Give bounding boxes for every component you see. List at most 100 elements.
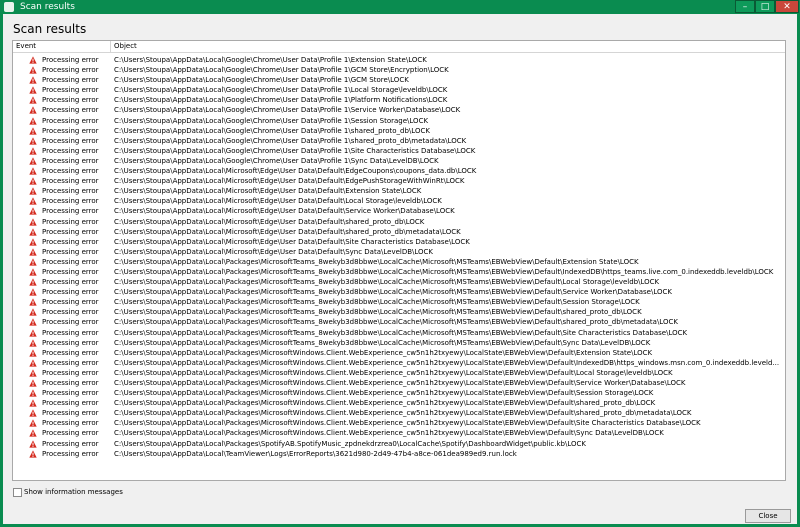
error-warning-icon (29, 339, 37, 347)
list-item[interactable]: Processing error C:\Users\Stoupa\AppData\… (13, 267, 785, 277)
list-item[interactable]: Processing error C:\Users\Stoupa\AppData\… (13, 297, 785, 307)
event-cell: Processing error (42, 379, 99, 387)
object-cell: C:\Users\Stoupa\AppData\Local\Packages\M… (114, 338, 651, 347)
list-item[interactable]: Processing error C:\Users\Stoupa\AppData\… (13, 368, 785, 378)
object-cell: C:\Users\Stoupa\AppData\Local\Packages\M… (114, 429, 664, 438)
error-warning-icon (29, 238, 37, 246)
event-cell: Processing error (42, 156, 99, 165)
list-item[interactable]: Processing error C:\Users\Stoupa\AppData\… (13, 247, 785, 257)
list-item[interactable]: Processing error C:\Users\Stoupa\AppData\… (13, 428, 785, 438)
error-warning-icon (29, 76, 37, 84)
window-close-button[interactable]: ✕ (775, 0, 799, 13)
error-warning-icon (29, 157, 37, 165)
list-item[interactable]: Processing error C:\Users\Stoupa\AppData\… (13, 358, 785, 368)
object-cell: C:\Users\Stoupa\AppData\Local\Packages\M… (114, 278, 660, 287)
event-cell: Processing error (42, 86, 99, 95)
event-cell: Processing error (42, 106, 99, 115)
column-header-event[interactable]: Event (16, 41, 36, 52)
list-item[interactable]: Processing error C:\Users\Stoupa\AppData\… (13, 418, 785, 428)
error-warning-icon (29, 298, 37, 306)
object-cell: C:\Users\Stoupa\AppData\Local\Google\Chr… (114, 156, 439, 165)
event-cell: Processing error (42, 217, 99, 226)
object-cell: C:\Users\Stoupa\AppData\Local\Microsoft\… (114, 217, 425, 226)
event-cell: Processing error (42, 197, 99, 206)
error-warning-icon (29, 429, 37, 438)
event-cell: Processing error (42, 207, 99, 216)
list-item[interactable]: Processing error C:\Users\Stoupa\AppData\… (13, 146, 785, 156)
list-item[interactable]: Processing error C:\Users\Stoupa\AppData\… (13, 338, 785, 348)
show-info-checkbox[interactable] (13, 488, 22, 497)
column-divider[interactable] (110, 41, 111, 52)
error-warning-icon (29, 288, 37, 296)
object-cell: C:\Users\Stoupa\AppData\Local\Microsoft\… (114, 177, 465, 186)
object-cell: C:\Users\Stoupa\AppData\Local\Packages\M… (114, 318, 678, 327)
error-warning-icon (29, 328, 37, 337)
event-cell: Processing error (42, 348, 99, 357)
error-warning-icon (29, 227, 37, 236)
error-warning-icon (29, 177, 37, 185)
error-warning-icon (29, 66, 37, 74)
maximize-button[interactable]: □ (755, 0, 775, 13)
list-item[interactable]: Processing error C:\Users\Stoupa\AppData\… (13, 257, 785, 267)
list-item[interactable]: Processing error C:\Users\Stoupa\AppData\… (13, 196, 785, 206)
error-warning-icon (29, 318, 37, 327)
event-cell: Processing error (42, 389, 99, 398)
event-cell: Processing error (42, 267, 99, 276)
close-button[interactable]: Close (745, 509, 791, 523)
title-bar[interactable]: Scan results – □ ✕ (0, 0, 800, 14)
results-list[interactable]: Event Object Processing error C:\Users\St… (12, 40, 786, 481)
list-item[interactable]: Processing error C:\Users\Stoupa\AppData\… (13, 75, 785, 85)
object-cell: C:\Users\Stoupa\AppData\Local\Google\Chr… (114, 146, 476, 155)
list-item[interactable]: Processing error C:\Users\Stoupa\AppData\… (13, 206, 785, 216)
list-item[interactable]: Processing error C:\Users\Stoupa\AppData\… (13, 277, 785, 287)
list-item[interactable]: Processing error C:\Users\Stoupa\AppData\… (13, 186, 785, 196)
list-item[interactable]: Processing error C:\Users\Stoupa\AppData\… (13, 388, 785, 398)
event-cell: Processing error (42, 56, 99, 64)
list-item[interactable]: Processing error C:\Users\Stoupa\AppData\… (13, 378, 785, 388)
object-cell: C:\Users\Stoupa\AppData\Local\Packages\M… (114, 308, 642, 317)
list-item[interactable]: Processing error C:\Users\Stoupa\AppData\… (13, 398, 785, 408)
list-item[interactable]: Processing error C:\Users\Stoupa\AppData\… (13, 408, 785, 418)
event-cell: Processing error (42, 66, 99, 75)
show-info-label[interactable]: Show information messages (24, 487, 123, 497)
list-item[interactable]: Processing error C:\Users\Stoupa\AppData\… (13, 227, 785, 237)
event-cell: Processing error (42, 439, 99, 448)
list-item[interactable]: Processing error C:\Users\Stoupa\AppData\… (13, 217, 785, 227)
list-item[interactable]: Processing error C:\Users\Stoupa\AppData\… (13, 328, 785, 338)
list-item[interactable]: Processing error C:\Users\Stoupa\AppData\… (13, 348, 785, 358)
column-header-object[interactable]: Object (114, 41, 137, 52)
error-warning-icon (29, 116, 37, 125)
event-cell: Processing error (42, 308, 99, 317)
list-item[interactable]: Processing error C:\Users\Stoupa\AppData\… (13, 176, 785, 186)
object-cell: C:\Users\Stoupa\AppData\Local\Packages\M… (114, 348, 653, 357)
list-item[interactable]: Processing error C:\Users\Stoupa\AppData\… (13, 105, 785, 115)
event-cell: Processing error (42, 368, 99, 377)
object-cell: C:\Users\Stoupa\AppData\Local\Packages\M… (114, 328, 688, 337)
list-item[interactable]: Processing error C:\Users\Stoupa\AppData\… (13, 307, 785, 317)
error-warning-icon (29, 349, 37, 357)
list-item[interactable]: Processing error C:\Users\Stoupa\AppData\… (13, 65, 785, 75)
list-item[interactable]: Processing error C:\Users\Stoupa\AppData\… (13, 317, 785, 327)
list-item[interactable]: Processing error C:\Users\Stoupa\AppData\… (13, 156, 785, 166)
event-cell: Processing error (42, 419, 99, 428)
list-item[interactable]: Processing error C:\Users\Stoupa\AppData\… (13, 166, 785, 176)
list-item[interactable]: Processing error C:\Users\Stoupa\AppData\… (13, 116, 785, 126)
list-item[interactable]: Processing error C:\Users\Stoupa\AppData\… (13, 126, 785, 136)
list-item[interactable]: Processing error C:\Users\Stoupa\AppData\… (13, 439, 785, 449)
list-item[interactable]: Processing error C:\Users\Stoupa\AppData\… (13, 136, 785, 146)
list-item[interactable]: Processing error C:\Users\Stoupa\AppData\… (13, 287, 785, 297)
object-cell: C:\Users\Stoupa\AppData\Local\Packages\M… (114, 288, 672, 297)
list-item[interactable]: Processing error C:\Users\Stoupa\AppData\… (13, 95, 785, 105)
object-cell: C:\Users\Stoupa\AppData\Local\Packages\M… (114, 419, 701, 428)
error-warning-icon (29, 137, 37, 145)
error-warning-icon (29, 399, 37, 407)
event-cell: Processing error (42, 177, 99, 186)
list-item[interactable]: Processing error C:\Users\Stoupa\AppData\… (13, 55, 785, 65)
list-item[interactable]: Processing error C:\Users\Stoupa\AppData\… (13, 237, 785, 247)
error-warning-icon (29, 389, 37, 397)
list-item[interactable]: Processing error C:\Users\Stoupa\AppData\… (13, 449, 785, 459)
object-cell: C:\Users\Stoupa\AppData\Local\Microsoft\… (114, 167, 477, 176)
object-cell: C:\Users\Stoupa\AppData\Local\Microsoft\… (114, 197, 442, 206)
list-item[interactable]: Processing error C:\Users\Stoupa\AppData\… (13, 85, 785, 95)
minimize-button[interactable]: – (735, 0, 755, 13)
